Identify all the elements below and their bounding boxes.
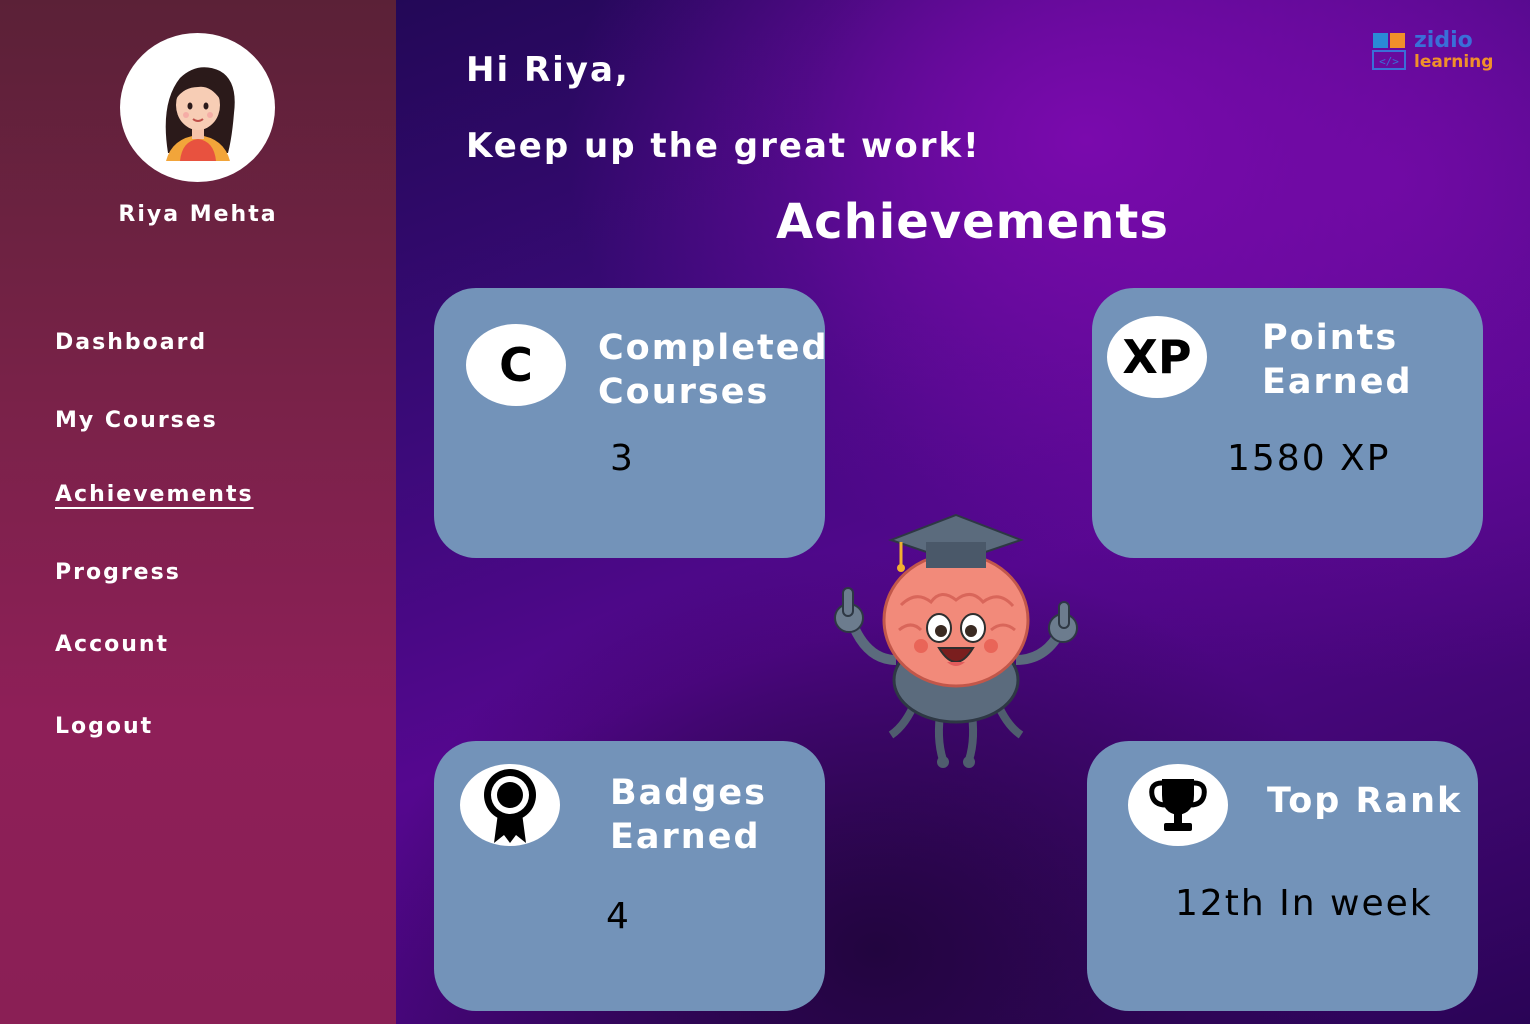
main-content: Hi Riya, Keep up the great work! Achieve… bbox=[396, 0, 1530, 1024]
nav-progress[interactable]: Progress bbox=[55, 560, 181, 585]
sidebar: Riya Mehta Dashboard My Courses Achievem… bbox=[0, 0, 396, 1024]
badges-label-line2: Earned bbox=[610, 817, 761, 857]
completed-label-line2: Courses bbox=[598, 372, 770, 412]
user-name: Riya Mehta bbox=[118, 202, 278, 227]
points-label-line2: Earned bbox=[1262, 362, 1413, 402]
badge-ribbon-icon bbox=[460, 764, 560, 846]
logo-mark-icon: </> bbox=[1372, 33, 1406, 70]
page-title: Achievements bbox=[776, 194, 1169, 250]
brain-mascot-illustration-icon bbox=[834, 513, 1078, 768]
logo-subtext: learning bbox=[1414, 52, 1494, 72]
badges-label: Badges Earned bbox=[610, 771, 767, 859]
badges-earned-card[interactable]: Badges Earned 4 bbox=[434, 741, 825, 1011]
user-avatar-illustration-icon bbox=[165, 67, 235, 161]
zidio-logo[interactable]: </> zidio learning bbox=[1372, 28, 1494, 80]
top-rank-card[interactable]: Top Rank 12th In week bbox=[1087, 741, 1478, 1011]
badges-value: 4 bbox=[606, 896, 631, 937]
points-label-line1: Points bbox=[1262, 318, 1399, 358]
completed-courses-card[interactable]: C Completed Courses 3 bbox=[434, 288, 827, 558]
trophy-icon bbox=[1128, 764, 1228, 846]
nav-achievements[interactable]: Achievements bbox=[55, 482, 254, 507]
points-earned-card[interactable]: XP Points Earned 1580 XP bbox=[1092, 288, 1483, 558]
badges-label-line1: Badges bbox=[610, 773, 767, 813]
avatar[interactable] bbox=[120, 33, 275, 182]
points-value: 1580 XP bbox=[1227, 438, 1391, 479]
rank-label: Top Rank bbox=[1267, 781, 1463, 821]
xp-icon: XP bbox=[1107, 316, 1207, 398]
nav-my-courses[interactable]: My Courses bbox=[55, 408, 218, 433]
completed-value: 3 bbox=[610, 438, 635, 479]
completed-label: Completed Courses bbox=[598, 326, 829, 414]
completed-label-line1: Completed bbox=[598, 328, 829, 368]
logo-text: zidio bbox=[1414, 28, 1473, 53]
svg-text:</>: </> bbox=[1379, 55, 1399, 68]
greeting-text: Hi Riya, bbox=[466, 50, 630, 90]
nav-account[interactable]: Account bbox=[55, 632, 169, 657]
completed-c-icon: C bbox=[466, 324, 566, 406]
rank-value: 12th In week bbox=[1175, 883, 1433, 924]
nav-logout[interactable]: Logout bbox=[55, 714, 153, 739]
nav-dashboard[interactable]: Dashboard bbox=[55, 330, 207, 355]
points-label: Points Earned bbox=[1262, 316, 1413, 404]
motivation-text: Keep up the great work! bbox=[466, 126, 981, 166]
